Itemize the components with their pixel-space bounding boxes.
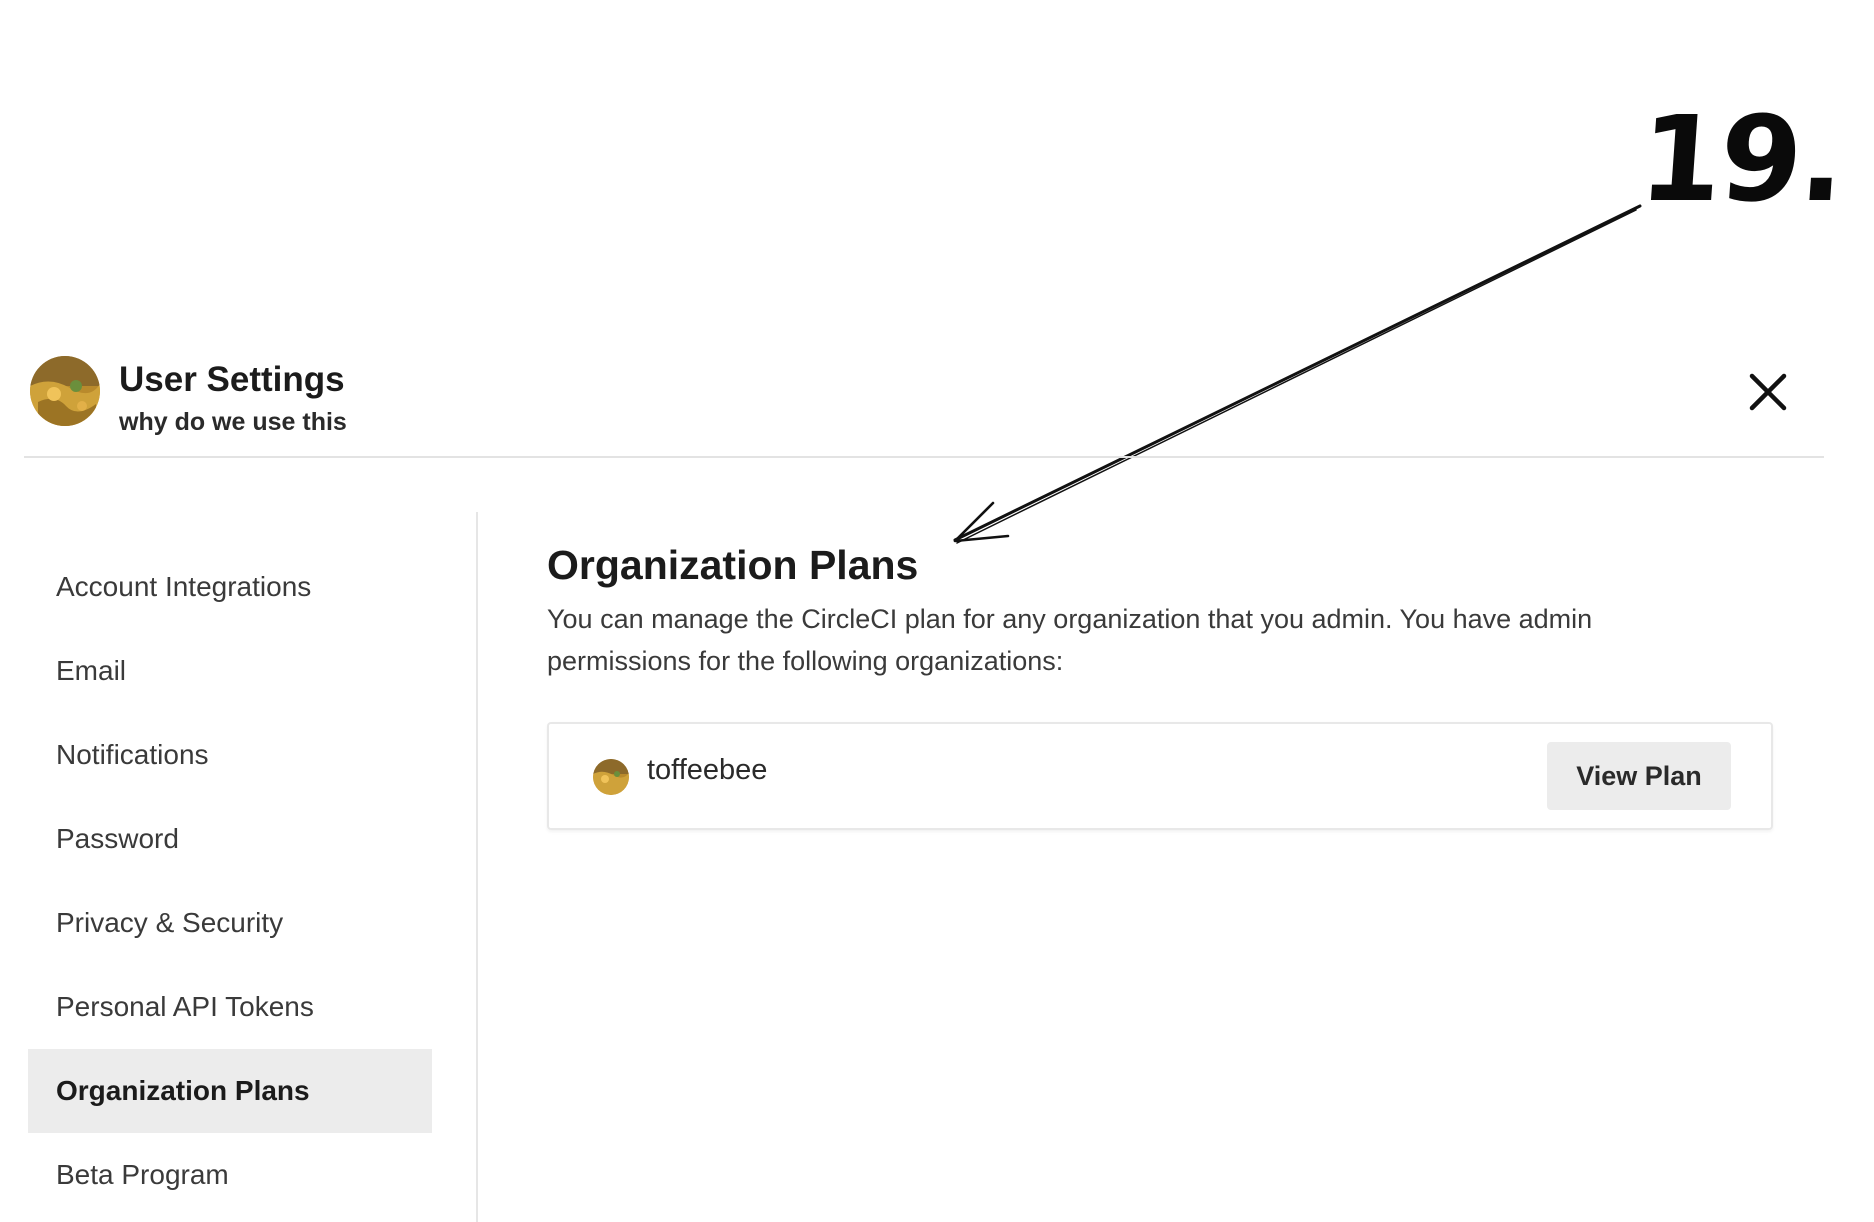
organization-avatar <box>593 759 629 795</box>
sidebar-item-email[interactable]: Email <box>28 629 432 713</box>
sidebar-item-beta-program[interactable]: Beta Program <box>28 1133 432 1217</box>
page-subtitle: why do we use this <box>119 408 347 436</box>
sidebar-item-notifications[interactable]: Notifications <box>28 713 432 797</box>
page-title: User Settings <box>119 360 345 399</box>
user-settings-page: 19. User Settings why do we use this Acc… <box>0 0 1874 1222</box>
sidebar-item-organization-plans[interactable]: Organization Plans <box>28 1049 432 1133</box>
settings-header: User Settings why do we use this <box>24 352 1824 458</box>
user-avatar[interactable] <box>30 356 100 426</box>
close-icon <box>1749 373 1787 411</box>
view-plan-button[interactable]: View Plan <box>1547 742 1731 810</box>
sidebar-item-privacy-security[interactable]: Privacy & Security <box>28 881 432 965</box>
section-title: Organization Plans <box>547 542 919 588</box>
organization-card: toffeebee View Plan <box>547 722 1773 830</box>
sidebar-item-account-integrations[interactable]: Account Integrations <box>28 545 432 629</box>
settings-sidebar: Account Integrations Email Notifications… <box>28 545 432 1217</box>
sidebar-item-personal-api-tokens[interactable]: Personal API Tokens <box>28 965 432 1049</box>
close-button[interactable] <box>1740 364 1796 420</box>
sidebar-item-password[interactable]: Password <box>28 797 432 881</box>
annotation-step-number: 19. <box>1635 90 1848 228</box>
sidebar-divider <box>476 512 478 1222</box>
organization-name: toffeebee <box>647 754 768 786</box>
section-description: You can manage the CircleCI plan for any… <box>547 604 1593 676</box>
